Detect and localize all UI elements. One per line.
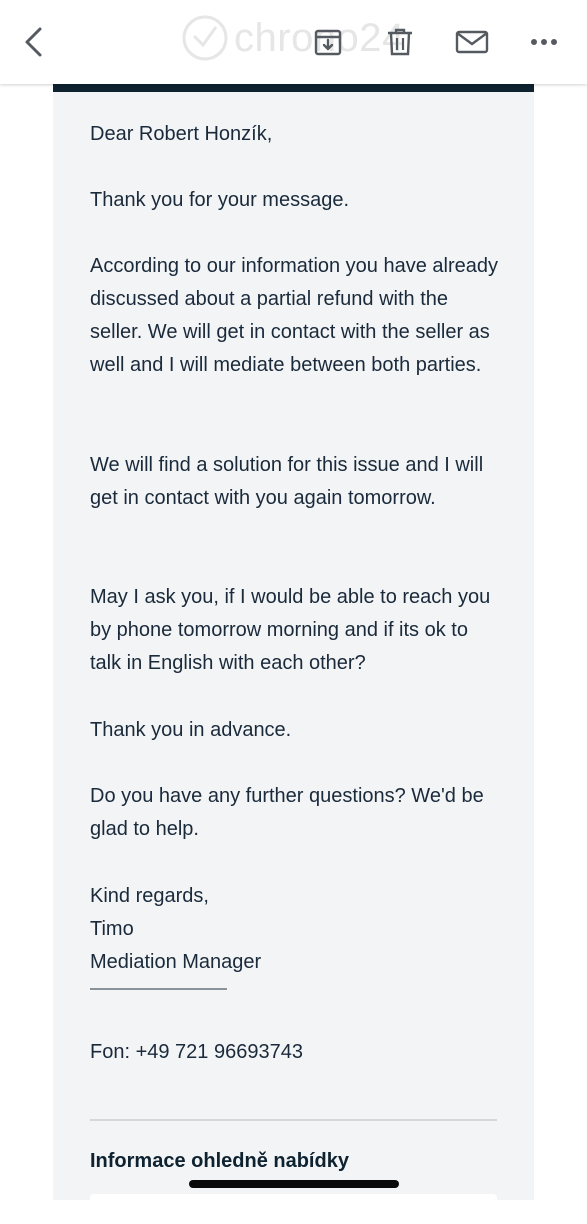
offer-section-title: Informace ohledně nabídky xyxy=(90,1150,349,1172)
email-paragraph: According to our information you have al… xyxy=(90,255,499,376)
ellipsis-icon xyxy=(531,39,557,45)
email-signature: Kind regards, Timo Mediation Manager xyxy=(90,880,500,979)
archive-button[interactable] xyxy=(308,22,348,62)
chrono24-watermark: chrono24 xyxy=(180,10,405,66)
envelope-icon xyxy=(455,30,489,54)
phone-number[interactable]: Fon: +49 721 96693743 xyxy=(90,1036,500,1069)
delete-button[interactable] xyxy=(380,22,420,62)
trash-icon xyxy=(388,28,412,56)
watermark-logo-icon xyxy=(182,15,228,61)
email-paragraph: Thank you in advance. xyxy=(90,719,292,741)
signature-name: Timo xyxy=(90,918,134,940)
more-options-button[interactable] xyxy=(524,22,564,62)
email-body-card: Dear Robert Honzík, Thank you for your m… xyxy=(53,84,534,1224)
home-indicator[interactable] xyxy=(189,1180,399,1188)
signature-divider xyxy=(90,988,227,990)
offer-info-box xyxy=(90,1194,497,1224)
chevron-left-icon xyxy=(25,27,42,57)
email-paragraph: Thank you for your message. xyxy=(90,189,350,211)
archive-download-icon xyxy=(314,29,342,56)
mark-unread-button[interactable] xyxy=(452,22,492,62)
signature-closing: Kind regards, xyxy=(90,885,209,907)
email-greeting: Dear Robert Honzík, xyxy=(90,123,273,145)
section-divider xyxy=(90,1119,497,1121)
email-paragraph: May I ask you, if I would be able to rea… xyxy=(90,586,491,674)
email-paragraph: Do you have any further questions? We'd … xyxy=(90,785,484,840)
email-paragraph: We will find a solution for this issue a… xyxy=(90,454,484,509)
signature-role: Mediation Manager xyxy=(90,951,262,973)
email-toolbar: chrono24 xyxy=(0,0,587,84)
back-button[interactable] xyxy=(14,22,54,62)
email-header-bar xyxy=(53,84,534,92)
